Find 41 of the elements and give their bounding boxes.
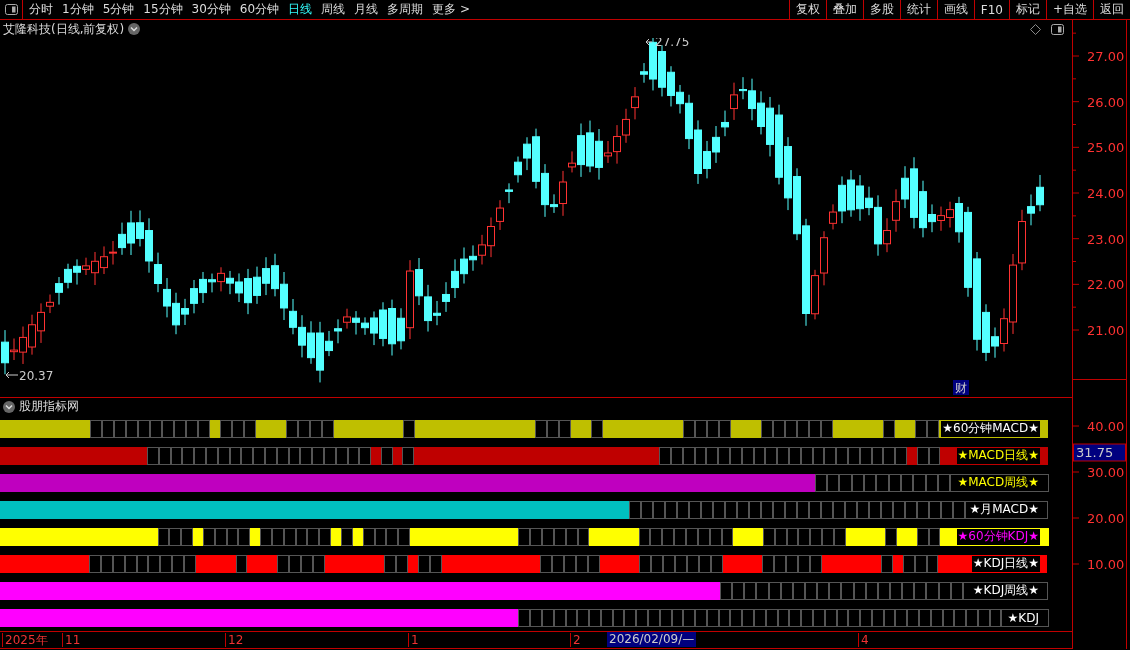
period-tab[interactable]: 周线 bbox=[321, 1, 346, 18]
cursor-date: 2026/02/09/— bbox=[607, 632, 697, 647]
indicator-axis-label: 10.00 bbox=[1087, 557, 1125, 572]
period-tab[interactable]: 日线 bbox=[288, 1, 313, 18]
arrow-icon bbox=[645, 38, 653, 46]
period-tab[interactable]: 60分钟 bbox=[239, 1, 280, 18]
price-axis-label: 24.00 bbox=[1087, 186, 1125, 201]
period-tab[interactable]: 多周期 bbox=[387, 1, 424, 18]
diamond-icon[interactable] bbox=[1030, 23, 1041, 35]
dropdown-icon[interactable] bbox=[128, 23, 141, 35]
dropdown-icon[interactable] bbox=[3, 400, 15, 413]
date-label: 1 bbox=[408, 633, 419, 647]
period-tab[interactable]: 15分钟 bbox=[143, 1, 183, 18]
current-value: 31.75 bbox=[1073, 443, 1126, 462]
date-label: 11 bbox=[62, 633, 81, 647]
arrow-icon bbox=[5, 371, 19, 379]
panel-toggle-icon[interactable] bbox=[1051, 23, 1064, 35]
date-label: 4 bbox=[858, 633, 869, 647]
price-axis-label: 25.00 bbox=[1087, 140, 1125, 156]
indicator-title: 股朋指标网 bbox=[19, 398, 79, 415]
chart-title: 艾隆科技(日线,前复权) bbox=[3, 20, 125, 38]
period-tab[interactable]: 30分钟 bbox=[191, 1, 231, 18]
low-price-marker: 20.37 bbox=[19, 369, 54, 383]
period-tab[interactable]: 分时 bbox=[29, 1, 53, 18]
indicator-axis-label: 40.00 bbox=[1087, 419, 1125, 434]
panel-toggle-icon[interactable] bbox=[4, 4, 18, 15]
date-label: 12 bbox=[225, 633, 244, 647]
period-tab[interactable]: 月线 bbox=[354, 1, 379, 18]
date-label: 2025年 bbox=[2, 633, 48, 647]
period-tab[interactable]: 5分钟 bbox=[102, 1, 135, 18]
price-axis-label: 23.00 bbox=[1087, 231, 1125, 247]
price-axis-label: 21.00 bbox=[1087, 323, 1125, 338]
indicator-axis-label: 20.00 bbox=[1087, 511, 1125, 526]
finance-badge[interactable]: 财 bbox=[953, 380, 969, 395]
price-axis-label: 22.00 bbox=[1087, 277, 1125, 293]
price-axis-label: 27.00 bbox=[1087, 49, 1125, 64]
indicator-axis-label: 30.00 bbox=[1087, 465, 1125, 480]
period-tab[interactable]: 更多 > bbox=[432, 1, 470, 18]
period-tab[interactable]: 1分钟 bbox=[62, 1, 94, 18]
date-label: 2 bbox=[570, 633, 581, 647]
price-axis-label: 26.00 bbox=[1087, 94, 1125, 110]
